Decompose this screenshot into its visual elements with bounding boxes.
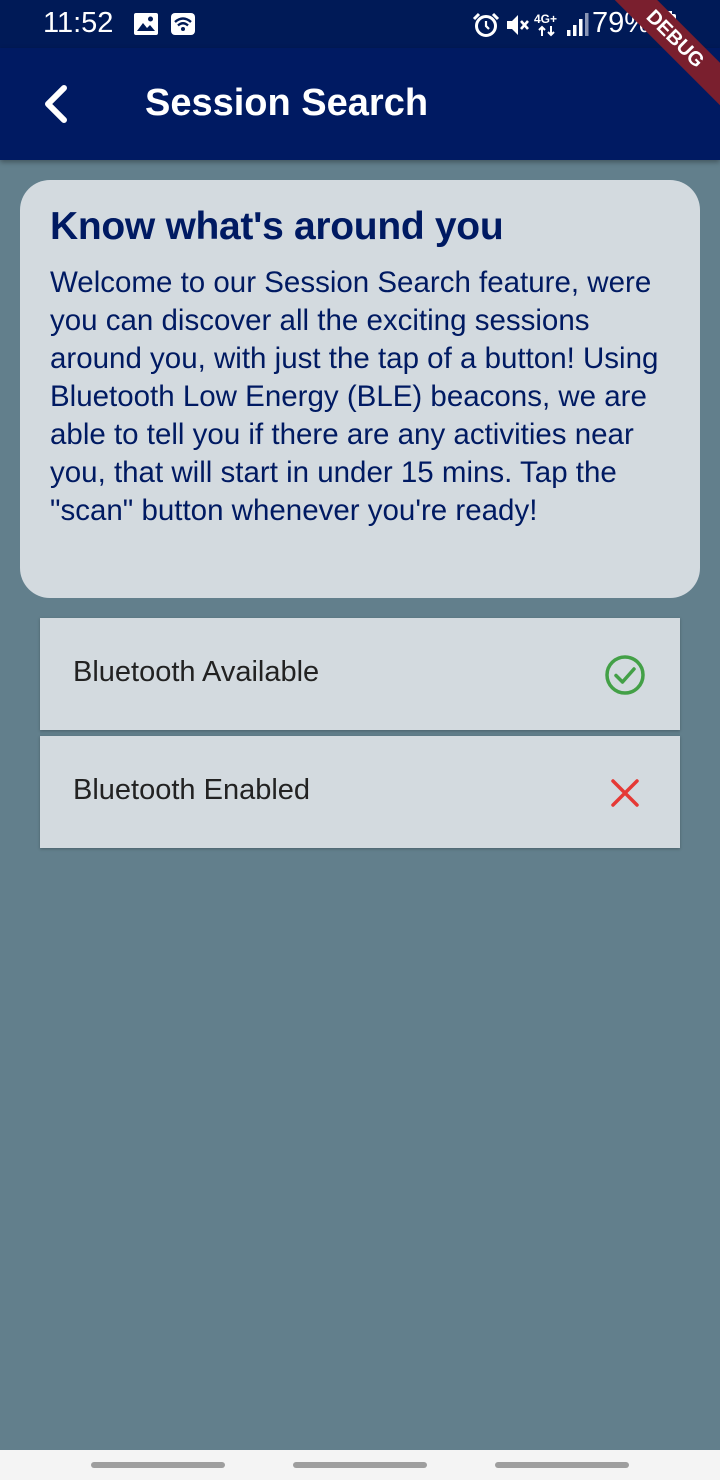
status-bar: 11:52 4G+ 79% [0, 0, 720, 48]
alarm-icon [472, 12, 500, 37]
bluetooth-enabled-label: Bluetooth Enabled [73, 774, 311, 806]
nav-recents-button[interactable] [91, 1462, 225, 1468]
bluetooth-available-row: Bluetooth Available [40, 618, 680, 730]
signal-icon [567, 13, 589, 36]
check-circle-icon [605, 655, 645, 695]
system-nav-bar [0, 1450, 720, 1480]
wifi-calling-icon [171, 13, 195, 35]
network-icon [538, 25, 555, 37]
chevron-left-icon[interactable] [30, 78, 82, 130]
bluetooth-enabled-row: Bluetooth Enabled [40, 736, 680, 848]
app-bar: Session Search [0, 48, 720, 160]
network-type: 4G+ [534, 12, 558, 26]
nav-home-button[interactable] [293, 1462, 427, 1468]
status-time: 11:52 [43, 7, 114, 39]
info-card: Know what's around you Welcome to our Se… [20, 180, 700, 598]
close-icon [611, 779, 639, 807]
image-icon [134, 13, 158, 35]
page-title: Session Search [145, 82, 429, 124]
info-card-title: Know what's around you [50, 205, 504, 248]
info-card-body: Welcome to our Session Search feature, w… [50, 266, 659, 527]
mute-icon [507, 15, 529, 35]
nav-back-button[interactable] [495, 1462, 629, 1468]
bluetooth-available-label: Bluetooth Available [73, 656, 320, 688]
